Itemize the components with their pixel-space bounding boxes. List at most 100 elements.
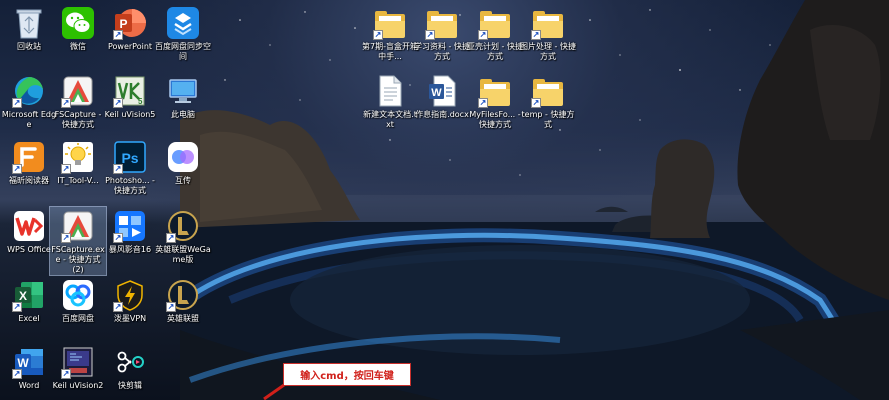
desktop-icon-storm-player[interactable]: ↗ 暴风影音16 xyxy=(102,207,158,275)
desktop-icon-keil5[interactable]: 5 ↗ Keil uVision5 xyxy=(102,72,158,140)
icon-label: Microsoft Edge xyxy=(1,110,57,129)
shortcut-arrow-icon: ↗ xyxy=(113,164,123,174)
icon-label: 新建文本文档.txt xyxy=(363,110,417,129)
desktop-icon-fscapture-2[interactable]: ↗ FSCapture.exe - 快捷方式 (2) xyxy=(49,206,107,276)
wps-icon xyxy=(12,209,46,243)
baidu-sync-icon xyxy=(166,6,200,40)
icon-label: 亚壳计划 - 快捷方式 xyxy=(467,42,523,61)
icon-label: 互传 xyxy=(175,176,191,185)
icon-label: WPS Office xyxy=(7,245,51,254)
icon-label: IT_Tool-V... xyxy=(57,176,99,185)
desktop-icon-lol-wegame[interactable]: ↗ 英雄联盟WeGame版 xyxy=(155,207,211,275)
excel-icon: X ↗ xyxy=(12,278,46,312)
icon-label: 英雄联盟 xyxy=(167,314,199,323)
icon-label: 学习资料 - 快捷方式 xyxy=(414,42,470,61)
icon-label: Keil uVision5 xyxy=(104,110,156,119)
desktop-icon-wps[interactable]: WPS Office xyxy=(1,207,57,275)
desktop-icon-kuaijianji[interactable]: 快剪辑 xyxy=(102,343,158,400)
icon-label: 第7期-盲盒开箱中手... xyxy=(362,42,418,61)
svg-text:W: W xyxy=(17,356,29,370)
shortcut-arrow-icon: ↗ xyxy=(113,233,123,243)
desktop-icon-it-tool[interactable]: ↗ IT_Tool-V... xyxy=(50,138,106,206)
svg-text:W: W xyxy=(431,87,442,99)
kuaijianji-icon xyxy=(113,345,147,379)
edge-icon: ↗ xyxy=(12,74,46,108)
desktop-icon-folder-blindbox[interactable]: ↗ 第7期-盲盒开箱中手... xyxy=(362,4,418,72)
shortcut-arrow-icon: ↗ xyxy=(425,30,435,40)
shortcut-arrow-icon: ↗ xyxy=(166,233,176,243)
folder-icon: ↗ xyxy=(478,6,512,40)
keil2-icon: ↗ xyxy=(61,345,95,379)
icon-label: 快剪辑 xyxy=(118,381,142,390)
icon-label: 百度网盘 xyxy=(62,314,94,323)
desktop-icon-recycle-bin[interactable]: 回收站 xyxy=(1,4,57,72)
icon-label: 微信 xyxy=(70,42,86,51)
desktop-icon-foxit[interactable]: ↗ 福昕阅读器 xyxy=(1,138,57,206)
shortcut-arrow-icon: ↗ xyxy=(478,30,488,40)
desktop-icon-myfiles[interactable]: ↗ MyFilesFo... - 快捷方式 xyxy=(467,72,523,140)
icon-label: 百度网盘同步空间 xyxy=(155,42,211,61)
shortcut-arrow-icon: ↗ xyxy=(166,302,176,312)
icon-label: 暴风影音16 xyxy=(108,245,152,254)
desktop-icon-vpn[interactable]: ↗ 泼墨VPN xyxy=(102,276,158,344)
shortcut-arrow-icon: ↗ xyxy=(113,98,123,108)
icon-label: 图片处理 - 快捷方式 xyxy=(520,42,576,61)
shortcut-arrow-icon: ↗ xyxy=(61,164,71,174)
svg-text:X: X xyxy=(19,289,27,303)
desktop-icon-folder-images[interactable]: ↗ 图片处理 - 快捷方式 xyxy=(520,4,576,72)
icon-label: FSCapture.exe - 快捷方式 (2) xyxy=(51,245,105,274)
icon-label: temp - 快捷方式 xyxy=(521,110,575,129)
shortcut-arrow-icon: ↗ xyxy=(113,30,123,40)
icon-label: 福昕阅读器 xyxy=(9,176,49,185)
svg-text:Ps: Ps xyxy=(121,150,138,166)
folder-icon: ↗ xyxy=(531,6,565,40)
lol-icon: ↗ xyxy=(166,209,200,243)
powerpoint-icon: P ↗ xyxy=(113,6,147,40)
fscapture-icon: ↗ xyxy=(61,74,95,108)
shortcut-arrow-icon: ↗ xyxy=(531,98,541,108)
icon-label: FSCapture - 快捷方式 xyxy=(54,110,102,129)
desktop-icon-folder-study[interactable]: ↗ 学习资料 - 快捷方式 xyxy=(414,4,470,72)
this-pc-icon xyxy=(166,74,200,108)
desktop-icon-temp[interactable]: ↗ temp - 快捷方式 xyxy=(520,72,576,140)
desktop-icon-word[interactable]: W ↗ Word xyxy=(1,343,57,400)
desktop-icon-powerpoint[interactable]: P ↗ PowerPoint xyxy=(102,4,158,72)
shortcut-arrow-icon: ↗ xyxy=(12,302,22,312)
lol-icon: ↗ xyxy=(166,278,200,312)
word-icon: W ↗ xyxy=(12,345,46,379)
wechat-icon xyxy=(61,6,95,40)
desktop: 回收站 微信 P ↗ PowerPoint 百度网盘同步空间 ↗ 第7期-盲盒开… xyxy=(0,0,889,400)
desktop-icon-folder-plan[interactable]: ↗ 亚壳计划 - 快捷方式 xyxy=(467,4,523,72)
lightbulb-icon: ↗ xyxy=(61,140,95,174)
desktop-icon-this-pc[interactable]: 此电脑 xyxy=(155,72,211,140)
desktop-icon-fscapture[interactable]: ↗ FSCapture - 快捷方式 xyxy=(50,72,106,140)
icon-label: 作息指南.docx xyxy=(415,110,469,119)
desktop-icon-new-text-file[interactable]: 新建文本文档.txt xyxy=(362,72,418,140)
shortcut-arrow-icon: ↗ xyxy=(12,98,22,108)
folder-icon: ↗ xyxy=(478,74,512,108)
folder-icon: ↗ xyxy=(531,74,565,108)
photoshop-icon: Ps ↗ xyxy=(113,140,147,174)
desktop-icon-docx[interactable]: W 作息指南.docx xyxy=(414,72,470,140)
hucuan-icon xyxy=(166,140,200,174)
word-doc-icon: W xyxy=(425,74,459,108)
fscapture-icon: ↗ xyxy=(61,209,95,243)
desktop-icon-wechat[interactable]: 微信 xyxy=(50,4,106,72)
desktop-icon-lol[interactable]: ↗ 英雄联盟 xyxy=(155,276,211,344)
icon-label: 回收站 xyxy=(17,42,41,51)
desktop-icon-excel[interactable]: X ↗ Excel xyxy=(1,276,57,344)
svg-text:P: P xyxy=(119,17,127,31)
desktop-icon-keil2[interactable]: ↗ Keil uVision2 xyxy=(50,343,106,400)
desktop-icon-hucuan[interactable]: 互传 xyxy=(155,138,211,206)
desktop-icon-photoshop[interactable]: Ps ↗ Photosho... - 快捷方式 xyxy=(102,138,158,206)
shortcut-arrow-icon: ↗ xyxy=(12,369,22,379)
vpn-icon: ↗ xyxy=(113,278,147,312)
desktop-icon-baidu-sync[interactable]: 百度网盘同步空间 xyxy=(155,4,211,72)
desktop-icon-baidu-netdisk[interactable]: 百度网盘 xyxy=(50,276,106,344)
storm-player-icon: ↗ xyxy=(113,209,147,243)
foxit-reader-icon: ↗ xyxy=(12,140,46,174)
baidu-netdisk-icon xyxy=(61,278,95,312)
desktop-icon-edge[interactable]: ↗ Microsoft Edge xyxy=(1,72,57,140)
svg-text:5: 5 xyxy=(138,97,143,106)
shortcut-arrow-icon: ↗ xyxy=(113,302,123,312)
